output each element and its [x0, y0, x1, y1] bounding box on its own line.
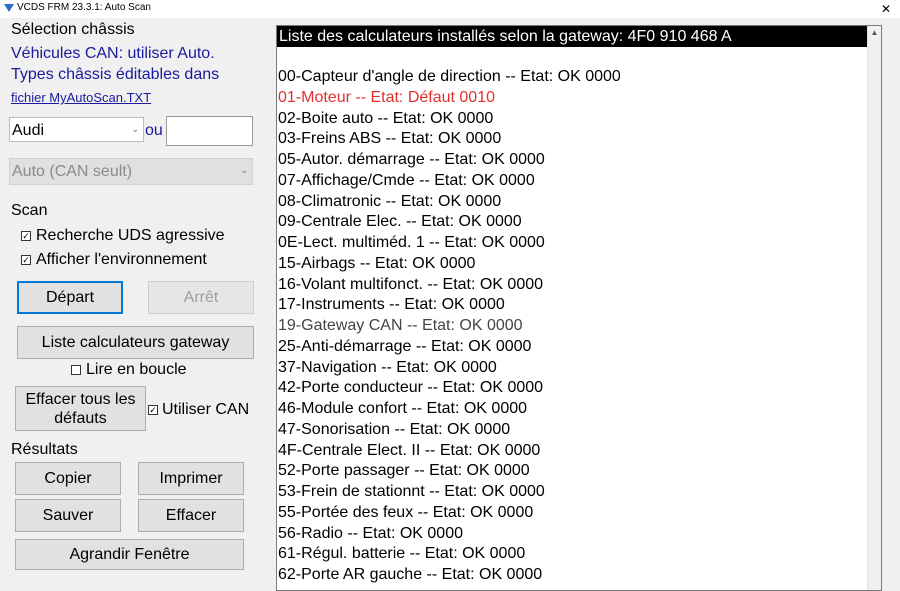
result-row: 08-Climatronic -- Etat: OK 0000 [278, 192, 502, 210]
result-row: 53-Frein de stationnt -- Etat: OK 0000 [278, 483, 545, 500]
use-can-label: Utiliser CAN [162, 401, 250, 418]
app-icon [4, 4, 14, 12]
result-row: 25-Anti-démarrage -- Etat: OK 0000 [278, 337, 532, 355]
clear-all-faults-line-1: Effacer tous les [25, 390, 136, 408]
result-row: 02-Boite auto -- Etat: OK 0000 [278, 109, 494, 127]
results-panel[interactable]: Liste des calculateurs installés selon l… [276, 25, 882, 591]
results-heading: Résultats [11, 441, 78, 458]
result-row: 46-Module confort -- Etat: OK 0000 [278, 400, 528, 417]
enlarge-window-button[interactable]: Agrandir Fenêtre [15, 539, 244, 570]
stop-button[interactable]: Arrêt [148, 281, 254, 314]
gateway-list-button[interactable]: Liste calculateurs gateway [17, 326, 254, 359]
result-row: 16-Volant multifonct. -- Etat: OK 0000 [278, 275, 544, 293]
start-button[interactable]: Départ [17, 281, 123, 314]
info-line-1: Véhicules CAN: utiliser Auto. [11, 45, 215, 62]
result-row: 42-Porte conducteur -- Etat: OK 0000 [278, 379, 544, 397]
result-row: 00-Capteur d'angle de direction -- Etat:… [278, 68, 621, 85]
result-row: 55-Portée des feux -- Etat: OK 0000 [278, 503, 534, 521]
close-icon: ✕ [880, 2, 892, 16]
save-button[interactable]: Sauver [15, 499, 121, 532]
result-row: 09-Centrale Elec. -- Etat: OK 0000 [278, 213, 522, 231]
print-button[interactable]: Imprimer [138, 462, 244, 495]
environment-checkbox[interactable]: ✓ [21, 255, 31, 265]
result-row: 15-Airbags -- Etat: OK 0000 [278, 254, 476, 272]
scroll-up-icon[interactable]: ▲ [868, 26, 881, 40]
or-label: ou [145, 122, 163, 139]
chassis-heading: Sélection châssis [11, 21, 135, 38]
result-row: 56-Radio -- Etat: OK 0000 [278, 524, 463, 542]
chassis-type-value: Auto (CAN seult) [12, 163, 133, 180]
close-button[interactable]: ✕ [872, 0, 900, 18]
uds-label: Recherche UDS agressive [36, 227, 225, 244]
result-row: 03-Freins ABS -- Etat: OK 0000 [278, 130, 502, 148]
environment-label: Afficher l'environnement [36, 251, 207, 268]
result-row: 47-Sonorisation -- Etat: OK 0000 [278, 420, 511, 438]
use-can-checkbox[interactable]: ✓ [148, 405, 158, 415]
uds-checkbox[interactable]: ✓ [21, 231, 31, 241]
clear-all-faults-line-2: défauts [54, 409, 107, 427]
chevron-down-icon: ⌄ [240, 165, 248, 175]
title-bar: VCDS FRM 23.3.1: Auto Scan ✕ [0, 0, 900, 18]
result-row: 19-Gateway CAN -- Etat: OK 0000 [278, 317, 523, 334]
results-list: 00-Capteur d'angle de direction -- Etat:… [277, 67, 869, 586]
result-row: 61-Régul. batterie -- Etat: OK 0000 [278, 545, 526, 563]
chevron-down-icon: ⌄ [131, 124, 139, 134]
chassis-type-select[interactable]: Auto (CAN seult) ⌄ [9, 158, 253, 185]
copy-button[interactable]: Copier [15, 462, 121, 495]
myautoscan-file-link[interactable]: fichier MyAutoScan.TXT [11, 90, 151, 105]
clear-all-faults-button[interactable]: Effacer tous les défauts [15, 386, 146, 431]
make-select[interactable]: Audi ⌄ [9, 117, 144, 142]
result-row: 05-Autor. démarrage -- Etat: OK 0000 [278, 151, 545, 168]
custom-chassis-input[interactable] [166, 116, 253, 146]
result-row: 4F-Centrale Elect. II -- Etat: OK 0000 [278, 441, 541, 459]
result-row: 17-Instruments -- Etat: OK 0000 [278, 296, 505, 314]
result-row: 52-Porte passager -- Etat: OK 0000 [278, 462, 530, 480]
info-line-2: Types châssis éditables dans [11, 66, 220, 83]
result-row: 62-Porte AR gauche -- Etat: OK 0000 [278, 566, 543, 583]
results-header: Liste des calculateurs installés selon l… [277, 26, 869, 47]
result-row: 07-Affichage/Cmde -- Etat: OK 0000 [278, 171, 535, 189]
result-row: 01-Moteur -- Etat: Défaut 0010 [278, 88, 495, 106]
make-select-value: Audi [12, 122, 45, 139]
scan-heading: Scan [11, 202, 48, 219]
loop-checkbox[interactable] [71, 365, 81, 375]
result-row: 37-Navigation -- Etat: OK 0000 [278, 358, 497, 376]
vertical-scrollbar[interactable]: ▲ [867, 26, 881, 590]
clear-button[interactable]: Effacer [138, 499, 244, 532]
window-title: VCDS FRM 23.3.1: Auto Scan [17, 2, 151, 13]
loop-label: Lire en boucle [86, 361, 187, 378]
result-row: 0E-Lect. multiméd. 1 -- Etat: OK 0000 [278, 234, 545, 251]
